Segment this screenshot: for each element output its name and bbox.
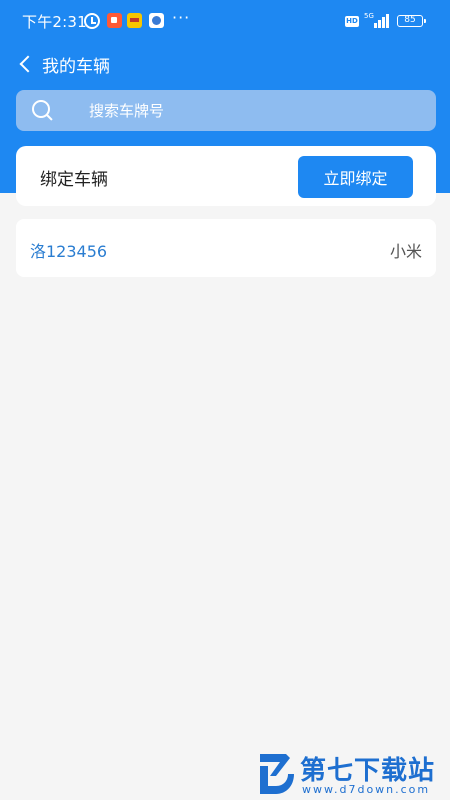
d7-logo-icon xyxy=(260,754,294,794)
bind-vehicle-card: 绑定车辆 立即绑定 xyxy=(16,146,436,206)
plate-number: 洛123456 xyxy=(30,242,108,261)
hd-icon: HD xyxy=(345,16,359,27)
signal-bar xyxy=(386,14,389,28)
signal-icon: 5G xyxy=(364,12,392,28)
signal-bar xyxy=(374,23,377,28)
vehicle-brand: 小米 xyxy=(389,242,422,261)
search-icon xyxy=(32,100,54,122)
bind-vehicle-label: 绑定车辆 xyxy=(40,170,108,190)
alarm-icon xyxy=(84,13,100,29)
battery-icon: 85 xyxy=(397,15,426,27)
vehicle-list-item[interactable]: 洛123456 小米 xyxy=(16,219,436,277)
page-title: 我的车辆 xyxy=(42,57,110,77)
store-app-icon xyxy=(149,13,164,28)
video-app-icon xyxy=(107,13,122,28)
header: 我的车辆 xyxy=(0,44,450,84)
screen: 下午2:31 ··· HD 5G 85 我的车辆 绑定车辆 立即绑定 xyxy=(0,0,450,800)
status-bar: 下午2:31 ··· HD 5G 85 xyxy=(0,0,450,42)
news-app-icon xyxy=(127,13,142,28)
watermark-title: 第七下载站 xyxy=(300,756,436,786)
back-button[interactable] xyxy=(14,52,37,76)
network-type-label: 5G xyxy=(364,12,374,20)
watermark-url: www.d7down.com xyxy=(302,783,431,796)
signal-bar xyxy=(382,17,385,28)
more-notifications-icon: ··· xyxy=(172,8,191,27)
search-box[interactable] xyxy=(16,90,436,131)
chevron-left-icon xyxy=(19,55,37,73)
signal-bar xyxy=(378,20,381,28)
watermark: 第七下载站 www.d7down.com xyxy=(250,748,446,798)
bind-now-button[interactable]: 立即绑定 xyxy=(298,156,413,198)
search-input[interactable] xyxy=(72,90,422,131)
status-time: 下午2:31 xyxy=(22,13,87,31)
